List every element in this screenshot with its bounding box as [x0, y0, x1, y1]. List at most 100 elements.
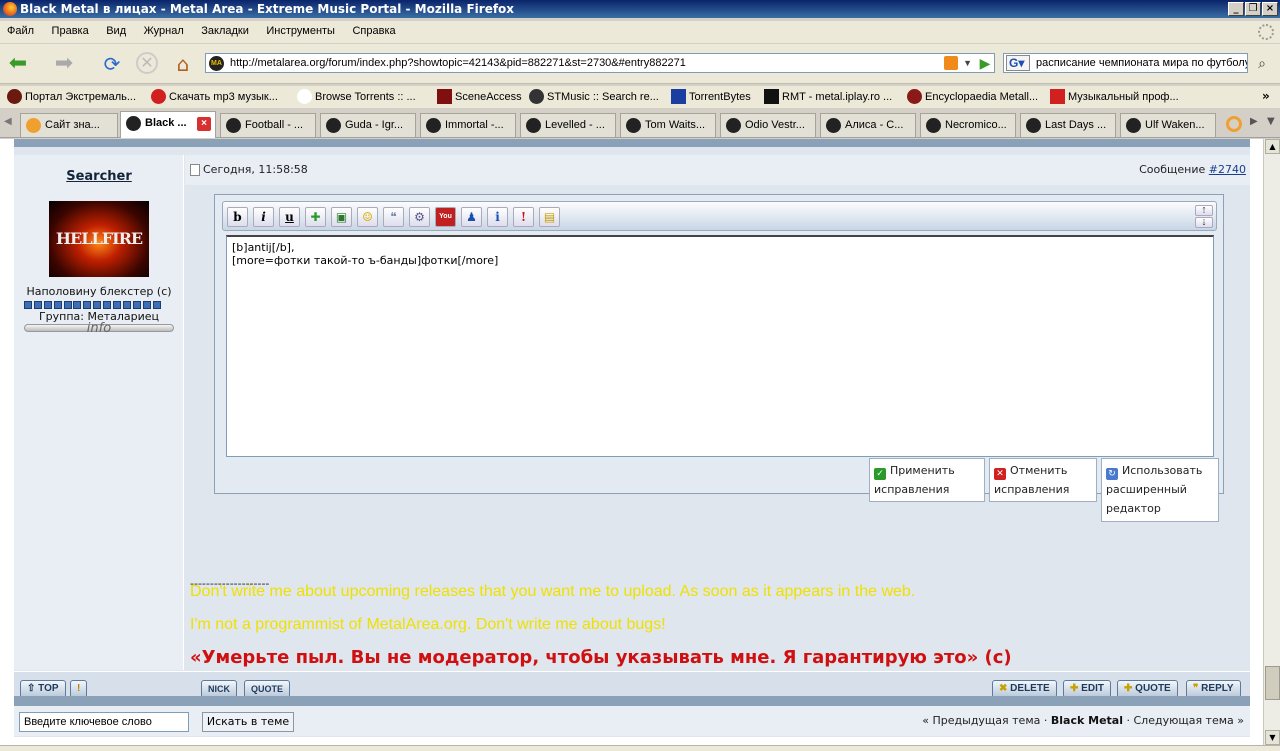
- tabs-scroll-left-icon[interactable]: ◀: [4, 116, 12, 127]
- tab-favicon-icon: [1126, 118, 1141, 133]
- history-dropdown-icon[interactable]: ▼: [963, 54, 972, 72]
- bookmark-item[interactable]: RMT - metal.iplay.ro ...: [762, 89, 892, 105]
- expand-up-icon[interactable]: ⇡: [1195, 205, 1213, 216]
- menu-file[interactable]: Файл: [0, 21, 41, 41]
- search-magnifier-icon[interactable]: ⌕: [1250, 52, 1274, 76]
- rank-pip: [113, 301, 122, 309]
- search-bar[interactable]: G▾ расписание чемпионата мира по футболу: [1003, 53, 1248, 73]
- post-permalink[interactable]: #2740: [1209, 163, 1246, 176]
- cancel-icon: ✕: [994, 468, 1006, 480]
- image-icon[interactable]: ▣: [331, 207, 352, 227]
- topic-search-input[interactable]: [19, 712, 189, 732]
- add-link-icon[interactable]: ✚: [305, 207, 326, 227]
- scroll-thumb[interactable]: [1265, 666, 1280, 700]
- close-window-button[interactable]: ×: [1262, 2, 1278, 16]
- bookmark-item[interactable]: Encyclopaedia Metall...: [905, 89, 1038, 105]
- bold-icon[interactable]: b: [227, 207, 248, 227]
- bookmark-item[interactable]: Музыкальный проф...: [1048, 89, 1179, 105]
- stop-icon[interactable]: ✕: [136, 52, 158, 74]
- info-icon[interactable]: i: [487, 207, 508, 227]
- exclamation-icon[interactable]: !: [513, 207, 534, 227]
- back-icon[interactable]: ⬅: [6, 52, 30, 76]
- tabs-scroll-right-icon[interactable]: ▶: [1250, 116, 1258, 127]
- rank-pip: [83, 301, 92, 309]
- forum-link[interactable]: Black Metal: [1051, 714, 1123, 727]
- scroll-up-icon[interactable]: ▲: [1265, 139, 1280, 154]
- lock-icon[interactable]: ▤: [539, 207, 560, 227]
- address-bar[interactable]: MA http://metalarea.org/forum/index.php?…: [205, 53, 995, 73]
- italic-icon[interactable]: i: [253, 207, 274, 227]
- all-tabs-icon[interactable]: ▼: [1267, 116, 1275, 127]
- cancel-edit-button[interactable]: ✕ Отменить исправления: [989, 458, 1097, 502]
- topic-footer: Искать в теме « Предыдущая тема · Black …: [14, 706, 1250, 736]
- minimize-button[interactable]: _: [1228, 2, 1244, 16]
- full-editor-button[interactable]: ↻ Использовать расширенный редактор: [1101, 458, 1219, 522]
- window-titlebar: Black Metal в лицах - Metal Area - Extre…: [0, 0, 1280, 18]
- post-divider: [14, 139, 1250, 147]
- tab[interactable]: Last Days ...: [1020, 113, 1116, 137]
- tab[interactable]: Football - ...: [220, 113, 316, 137]
- post-date: Сегодня, 11:58:58: [190, 163, 308, 176]
- go-icon[interactable]: ▶: [973, 52, 997, 76]
- google-engine-icon[interactable]: G▾: [1006, 55, 1030, 71]
- tab[interactable]: Levelled - ...: [520, 113, 616, 137]
- menu-view[interactable]: Вид: [99, 21, 133, 41]
- tab-favicon-icon: [1026, 118, 1041, 133]
- bookmark-item[interactable]: TorrentBytes: [669, 89, 751, 105]
- info-label[interactable]: info: [14, 321, 184, 336]
- author-name[interactable]: Searcher: [14, 169, 184, 184]
- menu-edit[interactable]: Правка: [45, 21, 96, 41]
- metalarea-icon: [7, 89, 22, 104]
- tab-active[interactable]: Black ... ×: [120, 111, 216, 138]
- bookmark-item[interactable]: Скачать mp3 музык...: [149, 89, 278, 105]
- quick-edit-panel: b i u ✚ ▣ ☺ ❝ ⚙ You ♟ i ! ▤ ⇡ ⇣ [b]antij…: [214, 194, 1224, 494]
- bookmarks-toolbar: Портал Экстремаль... Скачать mp3 музык..…: [0, 86, 1280, 108]
- signature-line-1: Don't write me about upcoming releases t…: [190, 583, 916, 600]
- prev-topic-link[interactable]: « Предыдущая тема: [922, 714, 1040, 727]
- tab[interactable]: Necromico...: [920, 113, 1016, 137]
- bookmark-item[interactable]: Портал Экстремаль...: [5, 89, 136, 105]
- next-topic-link[interactable]: Следующая тема »: [1133, 714, 1244, 727]
- menu-history[interactable]: Журнал: [137, 21, 191, 41]
- rank-pip: [142, 301, 151, 309]
- bookmark-item[interactable]: SceneAccess: [435, 89, 522, 105]
- home-icon[interactable]: ⌂: [171, 52, 195, 76]
- tab[interactable]: Tom Waits...: [620, 113, 716, 137]
- tab[interactable]: Ulf Waken...: [1120, 113, 1216, 137]
- tab[interactable]: Odio Vestr...: [720, 113, 816, 137]
- tab-favicon-icon: [826, 118, 841, 133]
- redo-icon: ↻: [1106, 468, 1118, 480]
- menu-bookmarks[interactable]: Закладки: [194, 21, 256, 41]
- expand-down-icon[interactable]: ⇣: [1195, 217, 1213, 228]
- reload-icon[interactable]: ⟳: [100, 52, 124, 76]
- bookmarks-overflow-icon[interactable]: »: [1262, 89, 1270, 103]
- scroll-down-icon[interactable]: ▼: [1265, 730, 1280, 745]
- bookmark-item[interactable]: STMusic :: Search re...: [527, 89, 659, 105]
- rank-pip: [122, 301, 131, 309]
- rss-icon[interactable]: [944, 56, 958, 70]
- bookmark-item[interactable]: Browse Torrents :: ...: [295, 89, 416, 105]
- maximize-button[interactable]: ❐: [1245, 2, 1261, 16]
- tab[interactable]: Алиса - C...: [820, 113, 916, 137]
- tab[interactable]: Guda - Igr...: [320, 113, 416, 137]
- post-header: Сегодня, 11:58:58 Сообщение #2740: [185, 155, 1250, 185]
- quote-bubble-icon[interactable]: ❝: [383, 207, 404, 227]
- vertical-scrollbar[interactable]: ▲ ▼: [1263, 139, 1280, 745]
- post-edit-textarea[interactable]: [b]antij[/b], [more=фотки такой-то ъ-бан…: [226, 235, 1214, 457]
- code-icon[interactable]: ⚙: [409, 207, 430, 227]
- users-icon[interactable]: ♟: [461, 207, 482, 227]
- menu-help[interactable]: Справка: [345, 21, 402, 41]
- menu-tools[interactable]: Инструменты: [259, 21, 342, 41]
- underline-icon[interactable]: u: [279, 207, 300, 227]
- smiley-icon[interactable]: ☺: [357, 207, 378, 227]
- close-tab-icon[interactable]: ×: [197, 117, 211, 131]
- tab-favicon-icon: [526, 118, 541, 133]
- tab-strip: ◀ Сайт зна... Black ... × Football - ... …: [0, 110, 1280, 138]
- youtube-icon[interactable]: You: [435, 207, 456, 227]
- topic-search-button[interactable]: Искать в теме: [202, 712, 294, 732]
- apply-edit-button[interactable]: ✓ Применить исправления: [869, 458, 985, 502]
- forward-icon[interactable]: ➡: [52, 52, 76, 76]
- torrentbytes-icon: [671, 89, 686, 104]
- tab[interactable]: Immortal -...: [420, 113, 516, 137]
- tab[interactable]: Сайт зна...: [20, 113, 118, 137]
